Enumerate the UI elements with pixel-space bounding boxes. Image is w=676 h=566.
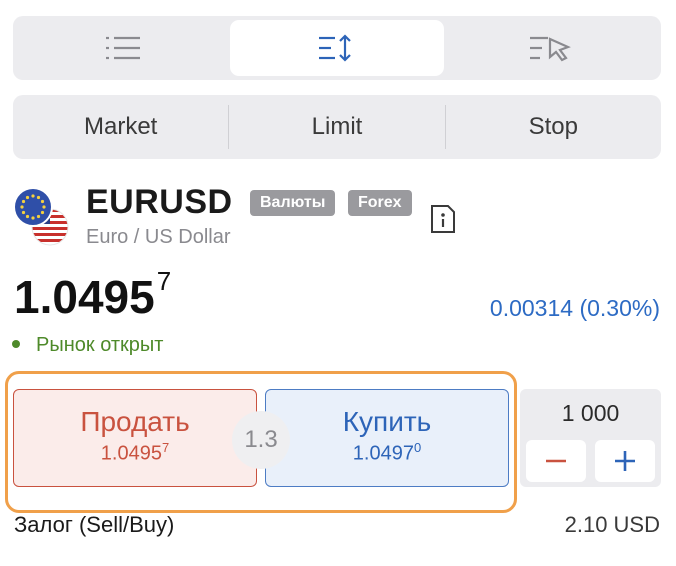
sell-price-main: 1.0495 — [100, 442, 162, 465]
eu-us-flags-icon — [12, 186, 72, 253]
sell-button[interactable]: Продать 1.04957 — [13, 389, 257, 487]
quantity-value[interactable]: 1 000 — [520, 400, 661, 427]
price-pip: 7 — [156, 266, 172, 296]
category-badge: Валюты — [250, 190, 336, 216]
view-mode-tabs — [13, 16, 661, 80]
tab-stop[interactable]: Stop — [446, 105, 661, 149]
list-cursor-icon — [530, 36, 571, 62]
status-dot — [12, 339, 20, 348]
minus-icon — [546, 459, 566, 463]
tab-sort-view[interactable] — [230, 20, 444, 76]
instrument-description: Euro / US Dollar — [86, 226, 231, 248]
tab-select-view[interactable] — [443, 20, 657, 76]
quantity-increase-button[interactable] — [595, 440, 655, 482]
sell-price-pip: 7 — [161, 440, 170, 455]
buy-price: 1.04970 — [266, 440, 508, 466]
tab-list-view[interactable] — [17, 20, 231, 76]
margin-label: Залог (Sell/Buy) — [14, 512, 175, 537]
current-price: 1.04957 — [14, 266, 171, 324]
tab-market[interactable]: Market — [13, 105, 228, 149]
plus-icon — [615, 451, 635, 471]
buy-label: Купить — [342, 406, 432, 437]
market-status-text: Рынок открыт — [36, 334, 164, 356]
info-icon[interactable] — [429, 203, 457, 240]
spread-indicator: 1.3 — [232, 411, 290, 469]
instrument-symbol: EURUSD — [86, 183, 233, 221]
sort-order-icon — [319, 34, 351, 62]
buy-price-pip: 0 — [413, 440, 422, 455]
sell-label: Продать — [80, 406, 190, 437]
buy-price-main: 1.0497 — [352, 442, 414, 465]
quantity-decrease-button[interactable] — [526, 440, 586, 482]
buy-button[interactable]: Купить 1.04970 — [265, 389, 509, 487]
list-icon — [106, 36, 140, 60]
price-main: 1.0495 — [14, 271, 155, 323]
order-type-tabs: Market Limit Stop — [13, 95, 661, 159]
sell-price: 1.04957 — [14, 440, 256, 466]
tab-limit[interactable]: Limit — [229, 105, 444, 149]
margin-value: 2.10 USD — [564, 512, 660, 537]
market-status: Рынок открыт — [12, 334, 163, 357]
price-change: 0.00314 (0.30%) — [489, 295, 660, 321]
market-badge: Forex — [348, 190, 412, 216]
